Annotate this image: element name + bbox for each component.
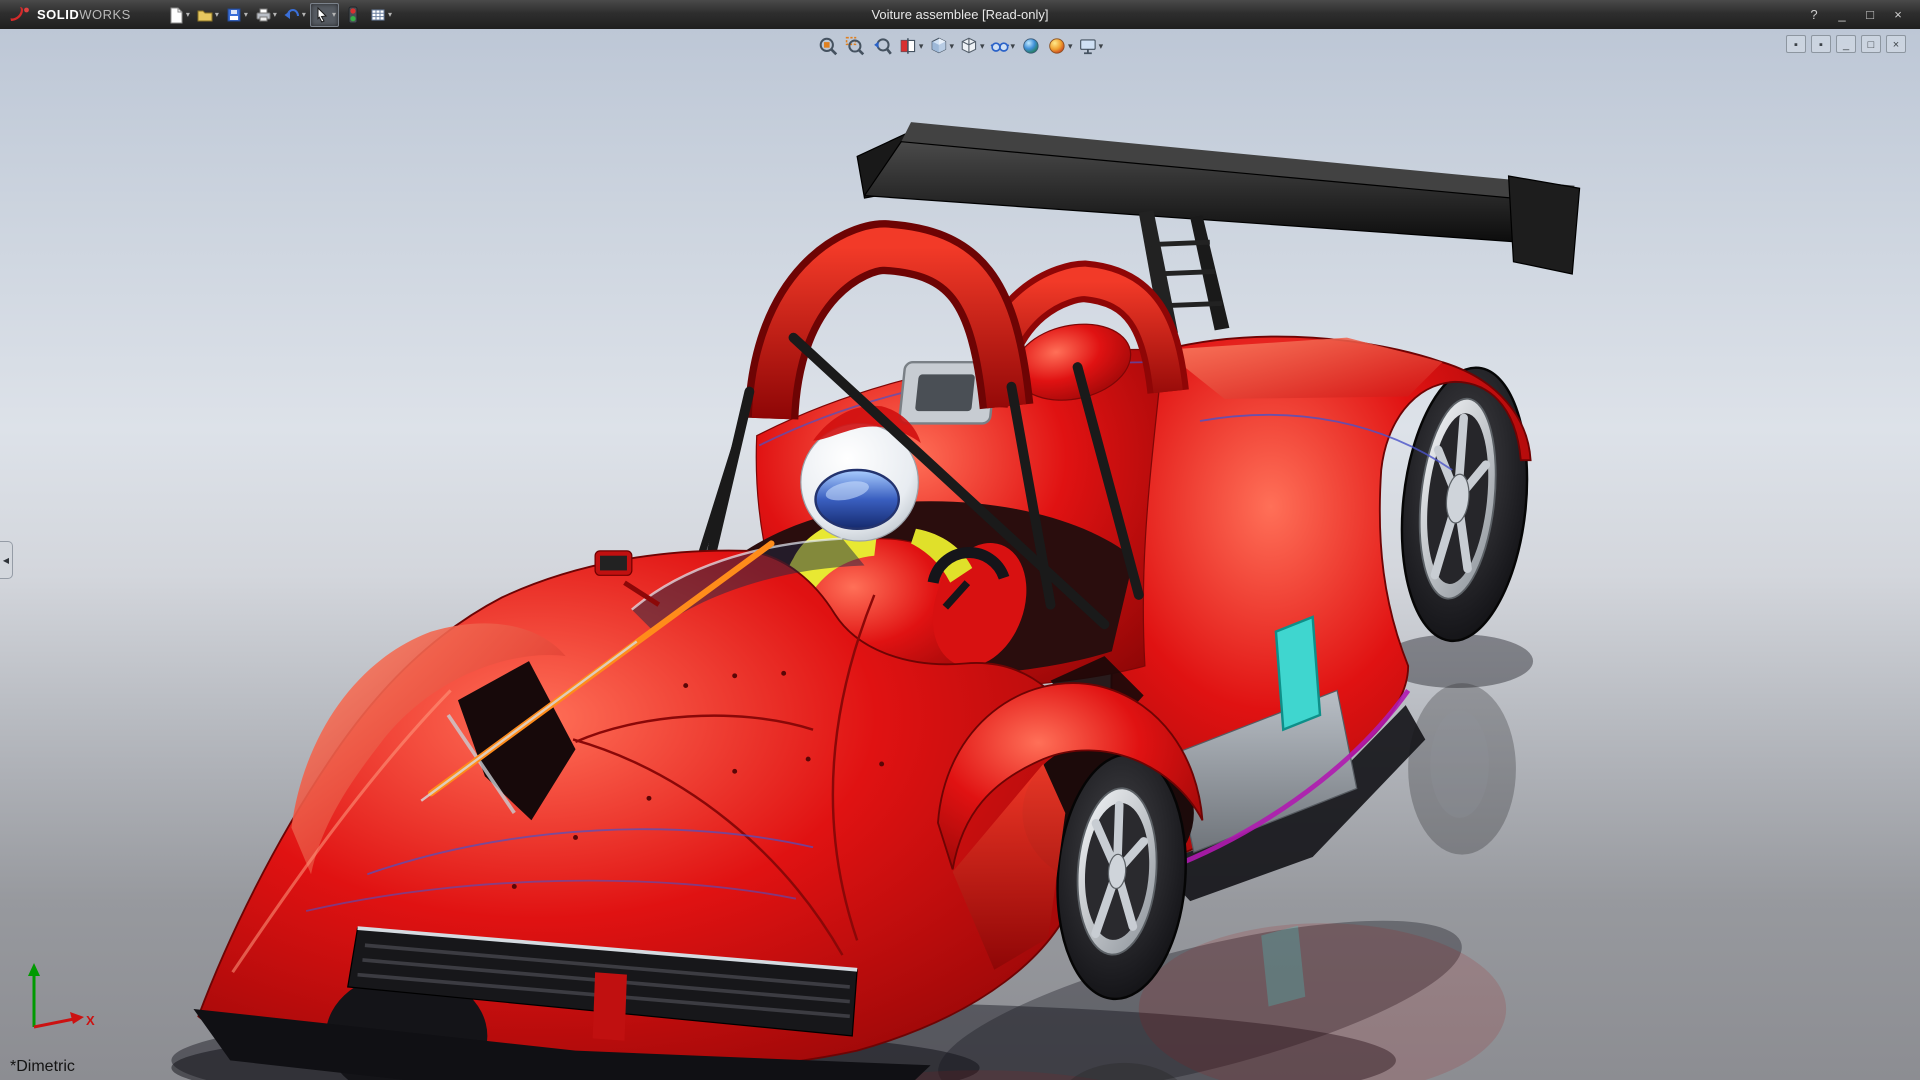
save-icon xyxy=(225,6,243,24)
close-button[interactable]: × xyxy=(1886,7,1910,22)
zoom-to-fit-icon xyxy=(818,36,838,56)
dropdown-caret: ▾ xyxy=(388,10,392,19)
new-document-icon xyxy=(167,6,185,24)
new-document-button[interactable]: ▾ xyxy=(165,3,192,27)
sheet-properties-button[interactable]: ▾ xyxy=(367,3,394,27)
view-settings-button[interactable]: ▾ xyxy=(1077,33,1105,59)
open-folder-icon xyxy=(196,6,214,24)
document-window-controls: ▪ ▪ _ □ × xyxy=(1786,35,1906,53)
pane-button[interactable]: ▪ xyxy=(1786,35,1806,53)
featuremanager-collapse-handle[interactable]: ◀ xyxy=(0,541,13,579)
graphics-area[interactable]: ▾ ▾ ▾ xyxy=(0,29,1920,1080)
print-button[interactable]: ▾ xyxy=(252,3,279,27)
solidworks-logo: SOLIDWORKS xyxy=(0,6,131,24)
model-scene[interactable] xyxy=(0,29,1920,1080)
doc-close-button[interactable]: × xyxy=(1886,35,1906,53)
dropdown-caret: ▾ xyxy=(244,10,248,19)
dropdown-caret: ▾ xyxy=(919,41,924,52)
window-controls: ? _ □ × xyxy=(1802,7,1920,22)
hide-show-items-button[interactable]: ▾ xyxy=(989,33,1017,59)
section-view-button[interactable]: ▾ xyxy=(897,33,925,59)
zoom-to-fit-button[interactable] xyxy=(816,33,840,59)
dassault-systemes-logo-icon xyxy=(8,6,32,24)
save-button[interactable]: ▾ xyxy=(223,3,250,27)
solidworks-window: SOLIDWORKS ▾ ▾ ▾ xyxy=(0,0,1920,1080)
edit-appearance-ball-icon xyxy=(1021,36,1041,56)
dropdown-caret: ▾ xyxy=(273,10,277,19)
help-button[interactable]: ? xyxy=(1802,7,1826,22)
select-tool-button[interactable]: ▾ xyxy=(310,3,339,27)
zoom-to-area-icon xyxy=(845,36,865,56)
dropdown-caret: ▾ xyxy=(302,10,306,19)
helmet-visor xyxy=(816,470,899,529)
maximize-button[interactable]: □ xyxy=(1858,7,1882,22)
minimize-button[interactable]: _ xyxy=(1830,7,1854,22)
apply-scene-button[interactable]: ▾ xyxy=(1046,33,1074,59)
dropdown-caret: ▾ xyxy=(1011,41,1016,52)
dropdown-caret: ▾ xyxy=(215,10,219,19)
section-view-icon xyxy=(898,36,918,56)
zoom-to-area-button[interactable] xyxy=(843,33,867,59)
view-orientation-label: *Dimetric xyxy=(10,1058,75,1076)
sheet-grid-icon xyxy=(369,6,387,24)
dropdown-caret: ▾ xyxy=(186,10,190,19)
print-icon xyxy=(254,6,272,24)
rebuild-traffic-light-icon xyxy=(346,6,360,24)
main-toolbar: ▾ ▾ ▾ ▾ xyxy=(165,3,394,27)
pane-button[interactable]: ▪ xyxy=(1811,35,1831,53)
undo-icon xyxy=(283,6,301,24)
document-title: Voiture assemblee [Read-only] xyxy=(871,0,1048,29)
select-cursor-icon xyxy=(313,6,331,24)
previous-view-button[interactable] xyxy=(870,33,894,59)
dropdown-caret: ▾ xyxy=(1099,41,1104,52)
headsup-view-toolbar: ▾ ▾ ▾ xyxy=(816,33,1104,59)
previous-view-icon xyxy=(872,36,892,56)
titlebar: SOLIDWORKS ▾ ▾ ▾ xyxy=(0,0,1920,29)
dropdown-caret: ▾ xyxy=(949,41,954,52)
dropdown-caret: ▾ xyxy=(1068,41,1073,52)
view-orientation-button[interactable]: ▾ xyxy=(927,33,955,59)
undo-button[interactable]: ▾ xyxy=(281,3,308,27)
dropdown-caret: ▾ xyxy=(332,10,336,19)
display-style-button[interactable]: ▾ xyxy=(958,33,986,59)
app-name: SOLIDWORKS xyxy=(37,7,131,22)
doc-minimize-button[interactable]: _ xyxy=(1836,35,1856,53)
doc-restore-button[interactable]: □ xyxy=(1861,35,1881,53)
orientation-triad: X xyxy=(16,957,100,1042)
open-button[interactable]: ▾ xyxy=(194,3,221,27)
rear-wheel[interactable] xyxy=(1389,361,1539,647)
hide-show-glasses-icon xyxy=(990,36,1010,56)
dropdown-caret: ▾ xyxy=(980,41,985,52)
apply-scene-ball-icon xyxy=(1047,36,1067,56)
display-style-icon xyxy=(959,36,979,56)
x-axis xyxy=(34,1019,74,1027)
view-orientation-cube-icon xyxy=(928,36,948,56)
x-axis-label: X xyxy=(86,1013,95,1028)
edit-appearance-button[interactable] xyxy=(1019,33,1043,59)
rebuild-button[interactable] xyxy=(341,3,365,27)
view-settings-icon xyxy=(1078,36,1098,56)
collapse-arrow-icon: ◀ xyxy=(3,556,9,565)
